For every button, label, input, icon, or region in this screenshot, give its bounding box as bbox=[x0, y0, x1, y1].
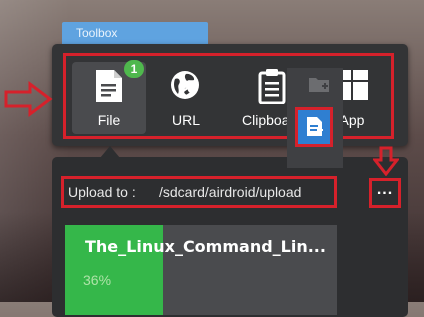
upload-location-field[interactable]: Upload to : /sdcard/airdroid/upload bbox=[61, 176, 337, 208]
tool-file-button[interactable]: 1 File bbox=[72, 60, 146, 134]
upload-path-value: /sdcard/airdroid/upload bbox=[159, 184, 302, 200]
more-options-label: ... bbox=[376, 181, 394, 198]
file-name: The_Linux_Command_Lin... bbox=[85, 237, 326, 256]
tool-url-button[interactable]: URL bbox=[156, 62, 216, 134]
right-pointing-arrow-icon bbox=[4, 81, 54, 122]
file-progress-text: 36% bbox=[83, 272, 112, 288]
more-options-button[interactable]: ... bbox=[369, 178, 401, 208]
clipboard-icon bbox=[258, 68, 286, 107]
file-icon bbox=[94, 68, 124, 107]
window-title-tab: Toolbox bbox=[62, 22, 208, 44]
file-upload-panel: Upload to : /sdcard/airdroid/upload ... … bbox=[52, 157, 408, 317]
down-pointing-arrow-icon bbox=[371, 146, 401, 181]
tool-url-label: URL bbox=[171, 112, 200, 128]
window-title: Toolbox bbox=[76, 26, 118, 40]
tool-file-label: File bbox=[97, 112, 121, 128]
folder-upload-icon[interactable] bbox=[308, 75, 330, 98]
add-file-button[interactable] bbox=[295, 107, 333, 147]
globe-link-icon bbox=[168, 68, 204, 107]
upload-to-label: Upload to : bbox=[68, 184, 136, 200]
file-count-badge: 1 bbox=[124, 60, 144, 78]
tools-highlight-box: 1 File URL Clipboard App bbox=[63, 53, 394, 139]
add-file-icon bbox=[306, 116, 324, 143]
toolbox-toolbar: 1 File URL Clipboard App bbox=[52, 44, 408, 146]
